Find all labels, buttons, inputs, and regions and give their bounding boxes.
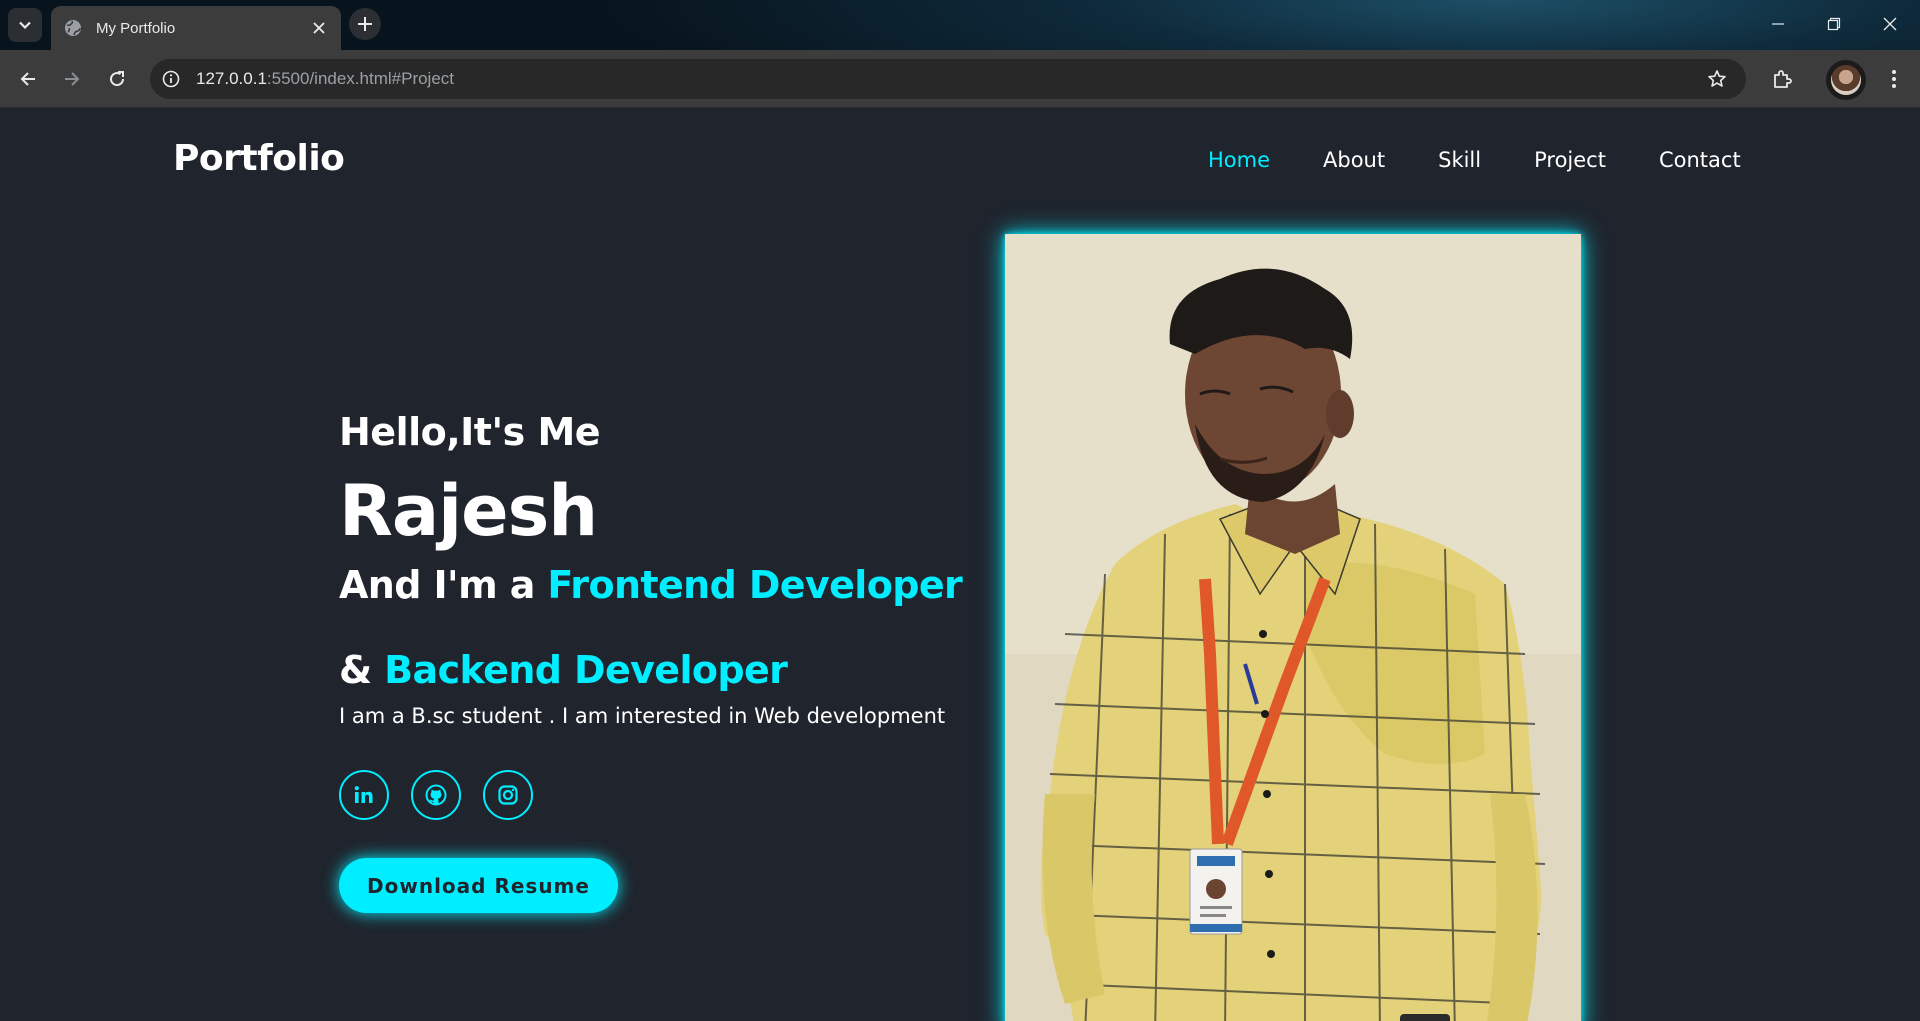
address-bar[interactable]: 127.0.0.1:5500/index.html#Project xyxy=(150,59,1746,99)
url-text[interactable]: 127.0.0.1:5500/index.html#Project xyxy=(196,69,454,89)
hero-description: I am a B.sc student . I am interested in… xyxy=(339,704,946,728)
linkedin-icon xyxy=(354,786,373,803)
portfolio-page: Portfolio Home About Skill Project Conta… xyxy=(0,108,1920,1021)
github-button[interactable] xyxy=(411,770,461,820)
reload-icon xyxy=(110,71,125,87)
main-nav: Home About Skill Project Contact xyxy=(1208,148,1741,172)
back-arrow-icon xyxy=(20,72,35,86)
tab-search-icon xyxy=(19,21,31,30)
close-window-button[interactable] xyxy=(1862,0,1918,48)
minimize-button[interactable] xyxy=(1750,0,1806,48)
role-backend: Backend Developer xyxy=(384,648,788,692)
extensions-icon[interactable] xyxy=(1764,61,1800,97)
browser-tab-strip: My Portfolio xyxy=(0,0,1920,50)
nav-skill[interactable]: Skill xyxy=(1438,148,1481,172)
nav-about[interactable]: About xyxy=(1323,148,1385,172)
instagram-button[interactable] xyxy=(483,770,533,820)
hero-role-line-2: & Backend Developer xyxy=(339,648,788,692)
star-icon[interactable] xyxy=(1700,62,1734,96)
profile-photo xyxy=(1005,234,1581,1021)
nav-contact[interactable]: Contact xyxy=(1659,148,1741,172)
close-icon[interactable] xyxy=(307,16,331,40)
hero-name: Rajesh xyxy=(339,470,598,552)
tab-search-button[interactable] xyxy=(8,8,42,42)
browser-toolbar: 127.0.0.1:5500/index.html#Project xyxy=(0,50,1920,108)
forward-arrow-icon xyxy=(65,72,80,86)
close-window-icon xyxy=(1883,17,1897,31)
hero-greeting: Hello,It's Me xyxy=(339,410,601,454)
linkedin-button[interactable] xyxy=(339,770,389,820)
restore-button[interactable] xyxy=(1806,0,1862,48)
profile-avatar[interactable] xyxy=(1826,60,1866,100)
site-logo[interactable]: Portfolio xyxy=(173,138,345,179)
github-icon xyxy=(425,784,447,806)
plus-icon xyxy=(358,17,372,31)
nav-home[interactable]: Home xyxy=(1208,148,1270,172)
restore-icon xyxy=(1827,17,1841,31)
tab-title: My Portfolio xyxy=(96,19,176,37)
active-tab[interactable]: My Portfolio xyxy=(51,6,341,50)
back-button[interactable] xyxy=(10,61,46,97)
download-resume-button[interactable]: Download Resume xyxy=(339,858,618,913)
globe-icon xyxy=(63,18,83,38)
nav-project[interactable]: Project xyxy=(1534,148,1606,172)
hero-role-line-1: And I'm a Frontend Developer xyxy=(339,563,963,607)
forward-button[interactable] xyxy=(54,61,90,97)
instagram-icon xyxy=(498,785,518,805)
role-frontend: Frontend Developer xyxy=(547,563,963,607)
new-tab-button[interactable] xyxy=(349,8,381,40)
site-info-icon[interactable] xyxy=(154,62,188,96)
reload-button[interactable] xyxy=(99,61,135,97)
social-links xyxy=(339,770,555,820)
minimize-icon xyxy=(1772,23,1784,25)
more-vert-icon[interactable] xyxy=(1876,61,1912,97)
